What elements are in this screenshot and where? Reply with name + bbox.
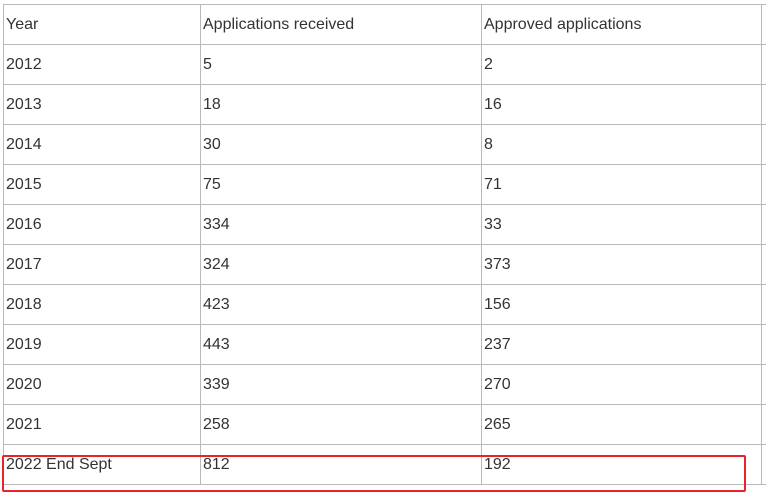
cell-truncated bbox=[761, 164, 766, 205]
cell-applications-received: 339 bbox=[200, 364, 482, 405]
cell-truncated bbox=[761, 204, 766, 245]
data-table-container: Year Applications received Approved appl… bbox=[3, 4, 766, 485]
cell-approved-applications: 237 bbox=[481, 324, 762, 365]
cell-approved-applications: 373 bbox=[481, 244, 762, 285]
cell-approved-applications: 192 bbox=[481, 444, 762, 485]
cell-applications-received: 812 bbox=[200, 444, 482, 485]
cell-truncated bbox=[761, 124, 766, 165]
header-cell-approved-applications: Approved applications bbox=[481, 4, 762, 45]
cell-truncated bbox=[761, 324, 766, 365]
cell-approved-applications: 33 bbox=[481, 204, 762, 245]
cell-applications-received: 443 bbox=[200, 324, 482, 365]
cell-year: 2018 bbox=[3, 284, 201, 325]
header-cell-year: Year bbox=[3, 4, 201, 45]
header-cell-applications-received: Applications received bbox=[200, 4, 482, 45]
cell-truncated bbox=[761, 84, 766, 125]
applications-table: Year Applications received Approved appl… bbox=[3, 4, 766, 485]
cell-applications-received: 324 bbox=[200, 244, 482, 285]
cell-approved-applications: 270 bbox=[481, 364, 762, 405]
cell-year: 2021 bbox=[3, 404, 201, 445]
table-row: 2020 339 270 bbox=[3, 364, 766, 405]
cell-applications-received: 30 bbox=[200, 124, 482, 165]
table-row: 2021 258 265 bbox=[3, 404, 766, 445]
cell-approved-applications: 2 bbox=[481, 44, 762, 85]
table-row: 2014 30 8 bbox=[3, 124, 766, 165]
cell-year: 2019 bbox=[3, 324, 201, 365]
table-row: 2018 423 156 bbox=[3, 284, 766, 325]
cell-year: 2014 bbox=[3, 124, 201, 165]
table-row: 2019 443 237 bbox=[3, 324, 766, 365]
cell-approved-applications: 16 bbox=[481, 84, 762, 125]
table-row: 2013 18 16 bbox=[3, 84, 766, 125]
cell-applications-received: 423 bbox=[200, 284, 482, 325]
cell-applications-received: 334 bbox=[200, 204, 482, 245]
cell-truncated bbox=[761, 284, 766, 325]
table-row: 2012 5 2 bbox=[3, 44, 766, 85]
cell-year: 2012 bbox=[3, 44, 201, 85]
cell-year: 2022 End Sept bbox=[3, 444, 201, 485]
header-cell-truncated bbox=[761, 4, 766, 45]
cell-truncated bbox=[761, 44, 766, 85]
cell-year: 2013 bbox=[3, 84, 201, 125]
header-row: Year Applications received Approved appl… bbox=[3, 4, 766, 45]
table-row: 2022 End Sept 812 192 bbox=[3, 444, 766, 485]
cell-applications-received: 5 bbox=[200, 44, 482, 85]
table-row: 2015 75 71 bbox=[3, 164, 766, 205]
cell-approved-applications: 265 bbox=[481, 404, 762, 445]
table-row: 2017 324 373 bbox=[3, 244, 766, 285]
cell-approved-applications: 8 bbox=[481, 124, 762, 165]
cell-year: 2017 bbox=[3, 244, 201, 285]
cell-approved-applications: 71 bbox=[481, 164, 762, 205]
cell-applications-received: 258 bbox=[200, 404, 482, 445]
cell-applications-received: 18 bbox=[200, 84, 482, 125]
table-body: Year Applications received Approved appl… bbox=[3, 4, 766, 485]
table-row: 2016 334 33 bbox=[3, 204, 766, 245]
cell-year: 2020 bbox=[3, 364, 201, 405]
cell-approved-applications: 156 bbox=[481, 284, 762, 325]
cell-truncated bbox=[761, 364, 766, 405]
cell-truncated bbox=[761, 404, 766, 445]
cell-year: 2016 bbox=[3, 204, 201, 245]
cell-truncated bbox=[761, 444, 766, 485]
cell-applications-received: 75 bbox=[200, 164, 482, 205]
cell-truncated bbox=[761, 244, 766, 285]
cell-year: 2015 bbox=[3, 164, 201, 205]
